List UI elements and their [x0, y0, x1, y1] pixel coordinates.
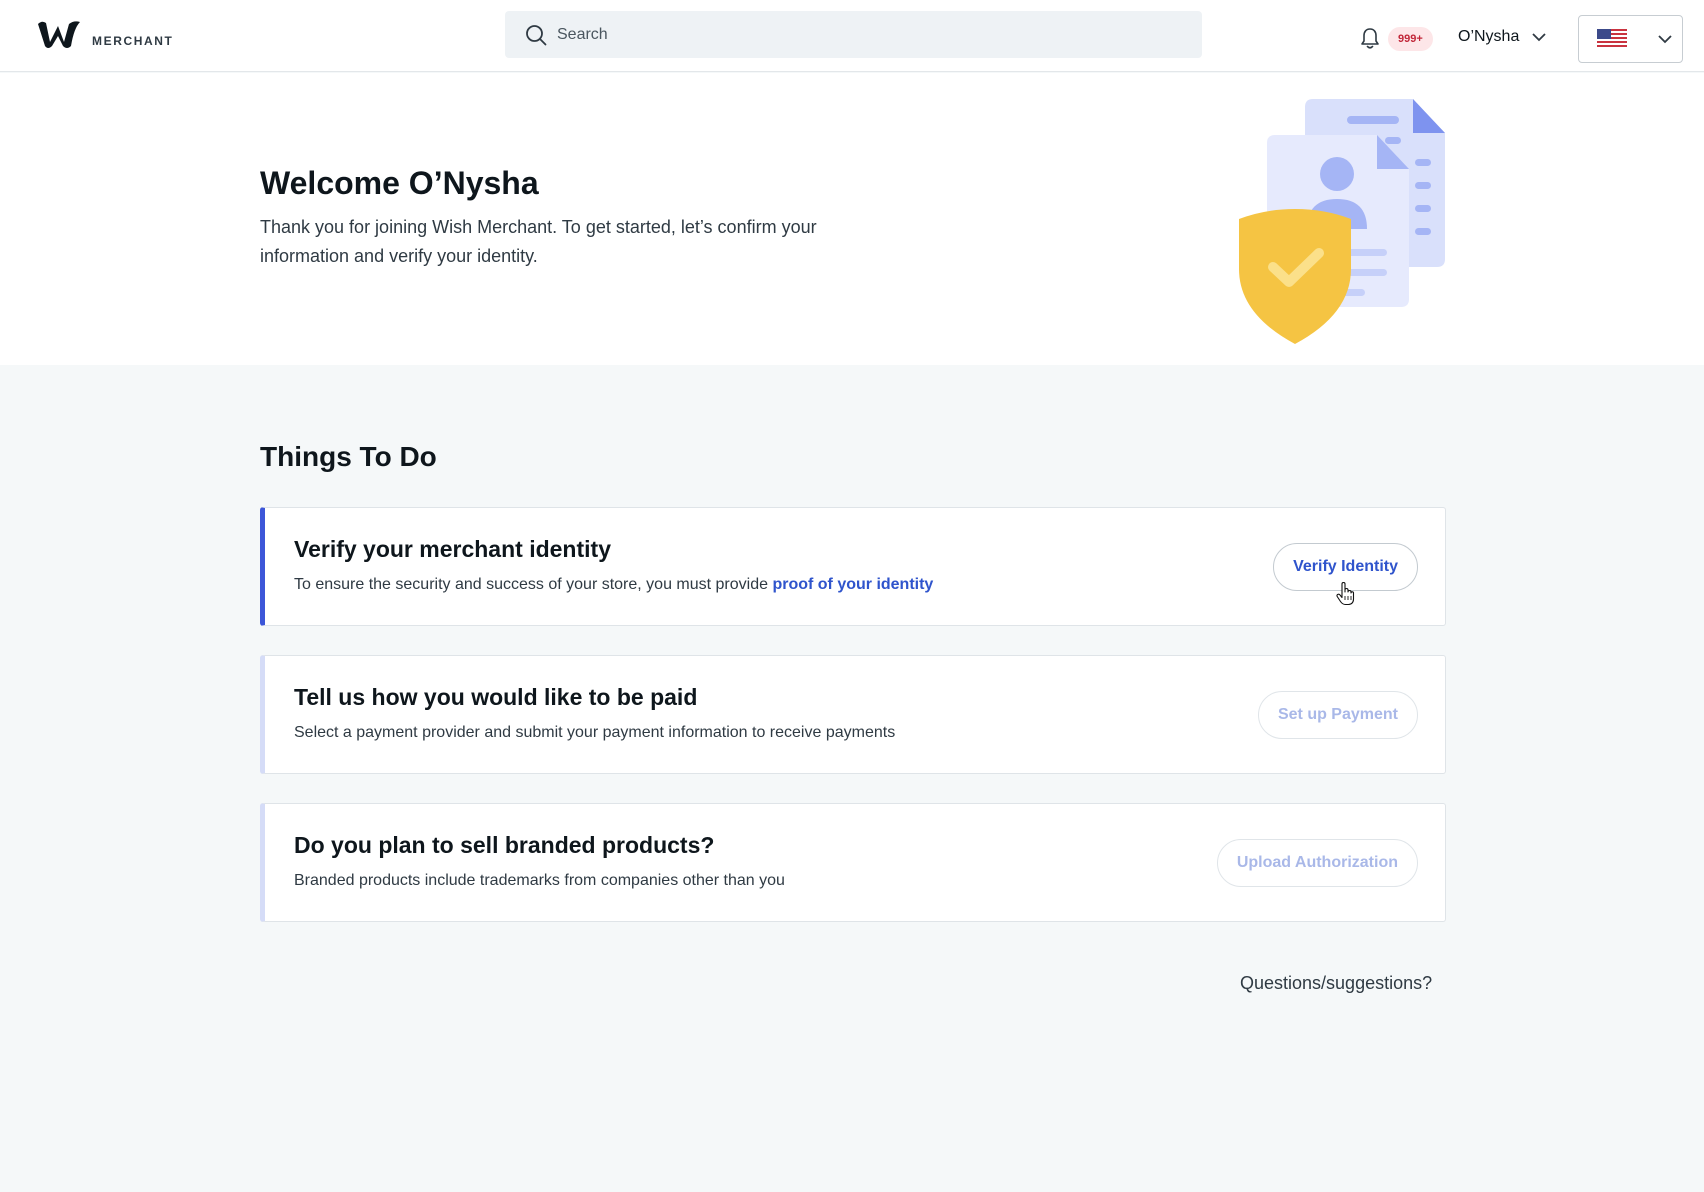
search-icon [526, 24, 547, 45]
chevron-down-icon [1532, 33, 1546, 42]
chevron-down-icon [1658, 35, 1672, 44]
user-menu[interactable]: O’Nysha [1458, 28, 1547, 46]
welcome-message: Thank you for joining Wish Merchant. To … [260, 217, 817, 266]
things-to-do-heading: Things To Do [260, 441, 437, 472]
user-name: O’Nysha [1458, 28, 1520, 45]
task-title: Tell us how you would like to be paid [294, 684, 698, 710]
task-card-branded-products: Do you plan to sell branded products? Br… [260, 803, 1446, 922]
identity-verification-illustration [1239, 99, 1445, 344]
notification-bell-icon[interactable] [1358, 26, 1382, 50]
top-navigation-bar: MERCHANT 999+ O’Nysha [0, 0, 1704, 72]
task-card-verify-identity: Verify your merchant identity To ensure … [260, 507, 1446, 626]
notification-count-badge: 999+ [1388, 27, 1433, 51]
questions-suggestions-link[interactable]: Questions/suggestions? [1240, 973, 1432, 994]
search-bar[interactable] [505, 11, 1202, 58]
task-title: Verify your merchant identity [294, 536, 611, 562]
task-title: Do you plan to sell branded products? [294, 832, 715, 858]
logo-text: MERCHANT [92, 34, 174, 48]
wish-logo-icon [38, 21, 80, 48]
task-description: Branded products include trademarks from… [294, 872, 785, 889]
hand-pointer-cursor-icon [1336, 582, 1355, 606]
locale-selector[interactable] [1578, 15, 1683, 63]
set-up-payment-button[interactable]: Set up Payment [1257, 691, 1418, 739]
task-description: To ensure the security and success of yo… [294, 576, 934, 593]
us-flag-icon [1597, 29, 1627, 49]
welcome-title: Welcome O’Nysha [260, 165, 539, 201]
search-input[interactable] [557, 25, 1157, 44]
proof-of-identity-link[interactable]: proof of your identity [772, 576, 933, 593]
wish-merchant-logo[interactable]: MERCHANT [36, 18, 173, 50]
upload-authorization-button[interactable]: Upload Authorization [1216, 839, 1418, 887]
task-card-setup-payment: Tell us how you would like to be paid Se… [260, 655, 1446, 774]
task-description: Select a payment provider and submit you… [294, 724, 896, 741]
welcome-banner: Welcome O’Nysha Thank you for joining Wi… [0, 73, 1704, 365]
